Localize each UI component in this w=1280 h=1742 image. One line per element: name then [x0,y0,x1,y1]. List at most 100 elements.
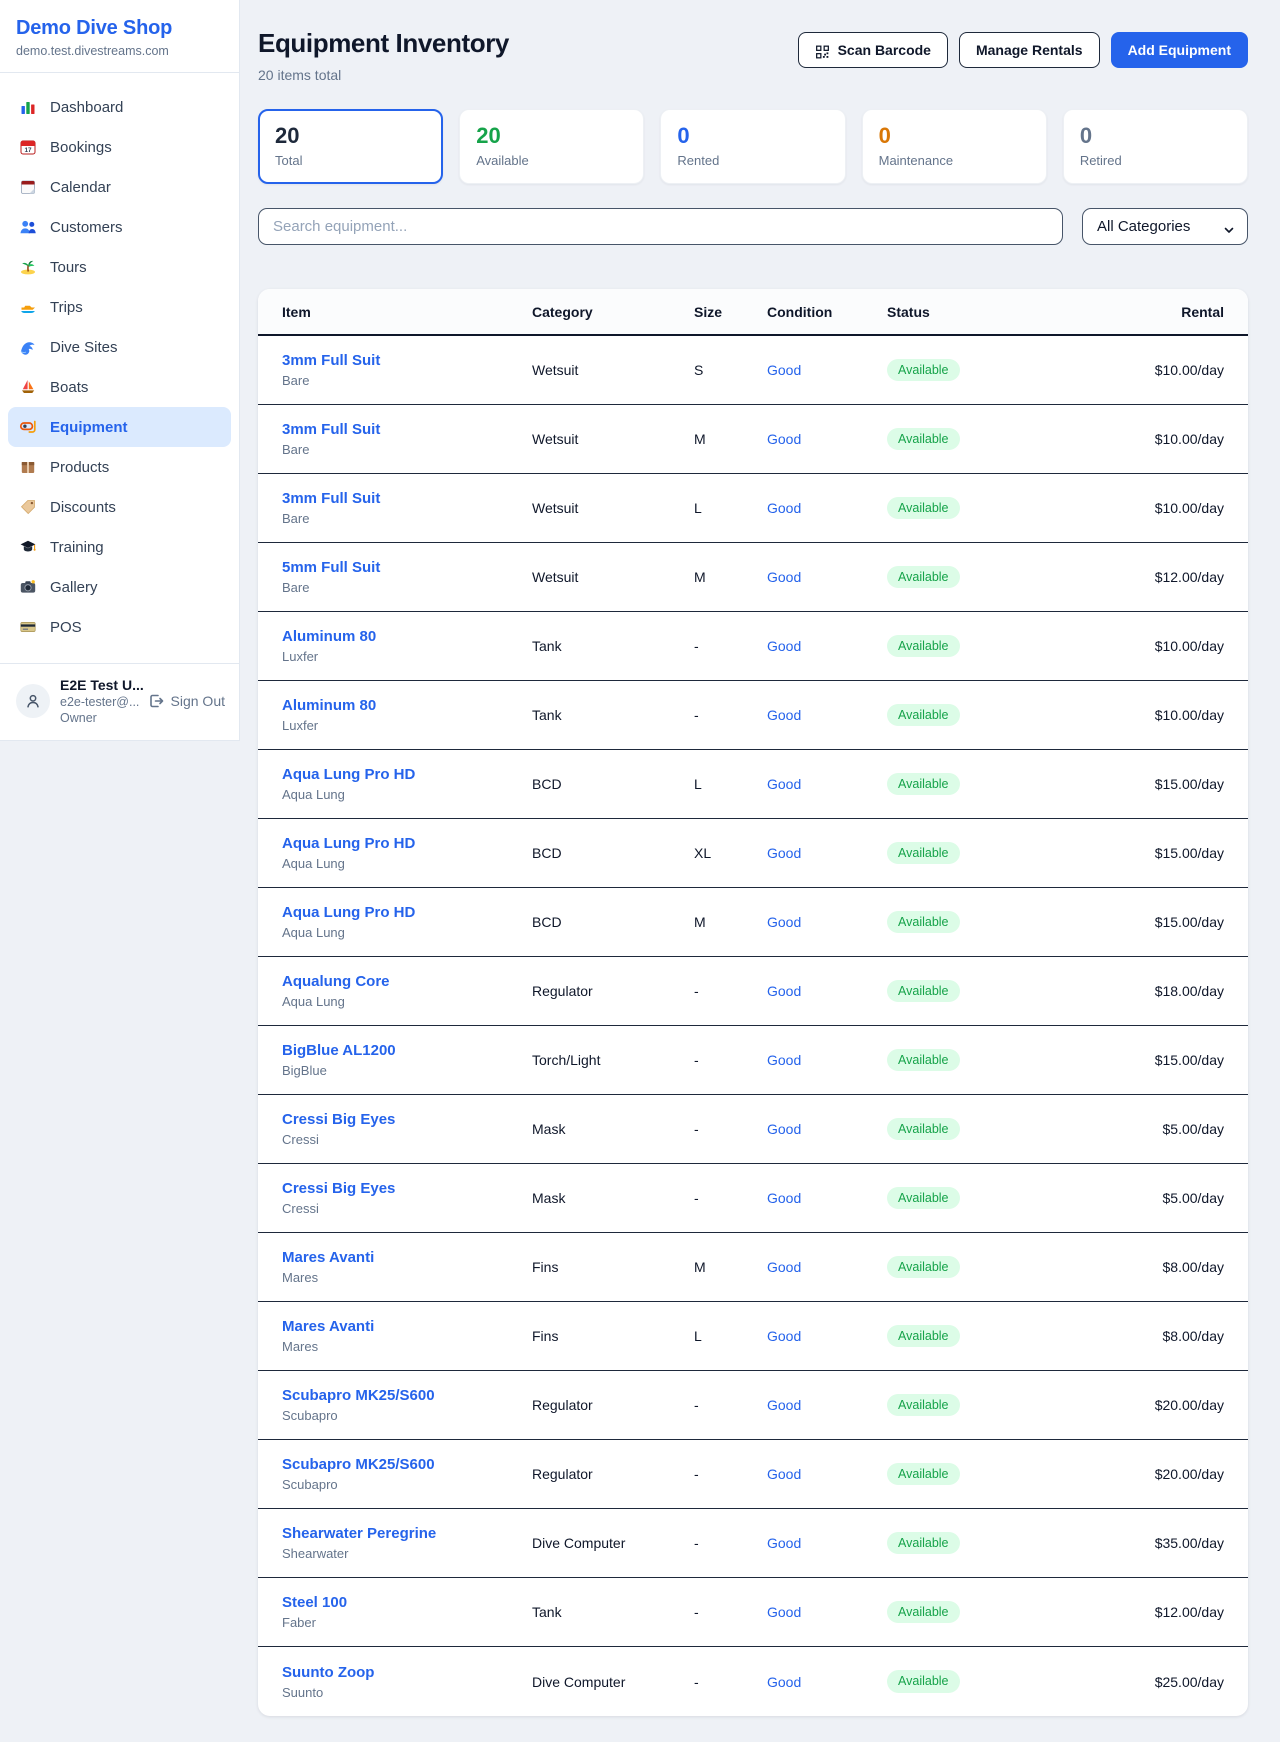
cell-status: Available [887,1601,1104,1624]
item-link[interactable]: 3mm Full Suit [282,490,380,507]
item-brand: Bare [282,580,532,595]
item-link[interactable]: Scubapro MK25/S600 [282,1387,435,1404]
condition-link[interactable]: Good [767,1397,801,1413]
stat-card-retired[interactable]: 0Retired [1063,109,1248,184]
condition-link[interactable]: Good [767,1052,801,1068]
item-link[interactable]: Aqualung Core [282,973,390,990]
condition-link[interactable]: Good [767,638,801,654]
status-badge: Available [887,911,960,934]
item-link[interactable]: Aqua Lung Pro HD [282,904,415,921]
stat-card-rented[interactable]: 0Rented [660,109,845,184]
condition-link[interactable]: Good [767,1674,801,1690]
sidebar-item-bookings[interactable]: 17Bookings [8,127,231,167]
condition-link[interactable]: Good [767,1466,801,1482]
item-link[interactable]: Cressi Big Eyes [282,1111,395,1128]
item-link[interactable]: Suunto Zoop [282,1664,374,1681]
items-total-count: 20 items total [258,67,509,83]
stat-card-total[interactable]: 20Total [258,109,443,184]
sign-out-button[interactable]: Sign Out [147,692,225,710]
sidebar-item-dive-sites[interactable]: Dive Sites [8,327,231,367]
item-link[interactable]: Shearwater Peregrine [282,1525,436,1542]
camera-icon [19,578,37,596]
brand-name[interactable]: Demo Dive Shop [16,17,223,40]
condition-link[interactable]: Good [767,1328,801,1344]
condition-link[interactable]: Good [767,1259,801,1275]
sidebar-item-gallery[interactable]: Gallery [8,567,231,607]
condition-link[interactable]: Good [767,776,801,792]
cell-size: L [694,776,767,792]
customers-icon [19,218,37,236]
sidebar-item-tours[interactable]: Tours [8,247,231,287]
cell-rental: $10.00/day [1104,707,1224,723]
cell-condition: Good [767,1259,887,1275]
cell-status: Available [887,1256,1104,1279]
condition-link[interactable]: Good [767,1535,801,1551]
manage-rentals-button[interactable]: Manage Rentals [959,32,1100,68]
cell-size: M [694,1259,767,1275]
sidebar-item-products[interactable]: Products [8,447,231,487]
stat-card-maintenance[interactable]: 0Maintenance [862,109,1047,184]
condition-link[interactable]: Good [767,431,801,447]
item-link[interactable]: 3mm Full Suit [282,352,380,369]
condition-link[interactable]: Good [767,1190,801,1206]
table-row: Aqua Lung Pro HDAqua LungBCDMGoodAvailab… [258,888,1248,957]
condition-link[interactable]: Good [767,1121,801,1137]
item-link[interactable]: Scubapro MK25/S600 [282,1456,435,1473]
item-link[interactable]: Mares Avanti [282,1318,374,1335]
sidebar-item-label: Equipment [50,419,128,436]
item-link[interactable]: Cressi Big Eyes [282,1180,395,1197]
sidebar-item-boats[interactable]: Boats [8,367,231,407]
cell-condition: Good [767,1052,887,1068]
item-link[interactable]: Steel 100 [282,1594,347,1611]
condition-link[interactable]: Good [767,983,801,999]
item-brand: Mares [282,1270,532,1285]
category-select-value: All Categories [1097,218,1190,235]
sidebar-item-training[interactable]: Training [8,527,231,567]
cell-category: Regulator [532,1466,694,1482]
cell-category: Tank [532,1604,694,1620]
sidebar-item-label: Gallery [50,579,98,596]
status-badge: Available [887,359,960,382]
condition-link[interactable]: Good [767,500,801,516]
sidebar-item-dashboard[interactable]: Dashboard [8,87,231,127]
condition-link[interactable]: Good [767,914,801,930]
table-body: 3mm Full SuitBareWetsuitSGoodAvailable$1… [258,336,1248,1716]
condition-link[interactable]: Good [767,362,801,378]
item-link[interactable]: Aluminum 80 [282,697,376,714]
sidebar-item-equipment[interactable]: Equipment [8,407,231,447]
item-brand: Luxfer [282,649,532,664]
item-link[interactable]: Aluminum 80 [282,628,376,645]
sidebar-item-discounts[interactable]: Discounts [8,487,231,527]
cell-size: M [694,431,767,447]
sign-out-icon [147,692,165,710]
sidebar-item-customers[interactable]: Customers [8,207,231,247]
condition-link[interactable]: Good [767,845,801,861]
stats-row: 20Total20Available0Rented0Maintenance0Re… [258,109,1248,184]
calendar-pad-icon [19,178,37,196]
brand-domain: demo.test.divestreams.com [16,44,223,58]
item-brand: BigBlue [282,1063,532,1078]
sidebar-item-pos[interactable]: POS [8,607,231,647]
item-link[interactable]: 3mm Full Suit [282,421,380,438]
cell-rental: $10.00/day [1104,362,1224,378]
condition-link[interactable]: Good [767,707,801,723]
stat-value: 20 [275,123,426,149]
search-input[interactable] [258,208,1063,245]
item-link[interactable]: Aqua Lung Pro HD [282,766,415,783]
item-link[interactable]: Mares Avanti [282,1249,374,1266]
stat-card-available[interactable]: 20Available [459,109,644,184]
cell-category: Regulator [532,1397,694,1413]
sidebar-item-trips[interactable]: Trips [8,287,231,327]
cell-size: - [694,1121,767,1137]
scan-barcode-button[interactable]: Scan Barcode [798,32,948,68]
sidebar-item-calendar[interactable]: Calendar [8,167,231,207]
condition-link[interactable]: Good [767,1604,801,1620]
table-row: 3mm Full SuitBareWetsuitLGoodAvailable$1… [258,474,1248,543]
table-row: BigBlue AL1200BigBlueTorch/Light-GoodAva… [258,1026,1248,1095]
category-select[interactable]: All Categories [1082,208,1248,245]
item-link[interactable]: 5mm Full Suit [282,559,380,576]
item-link[interactable]: BigBlue AL1200 [282,1042,396,1059]
condition-link[interactable]: Good [767,569,801,585]
add-equipment-button[interactable]: Add Equipment [1111,32,1248,68]
item-link[interactable]: Aqua Lung Pro HD [282,835,415,852]
